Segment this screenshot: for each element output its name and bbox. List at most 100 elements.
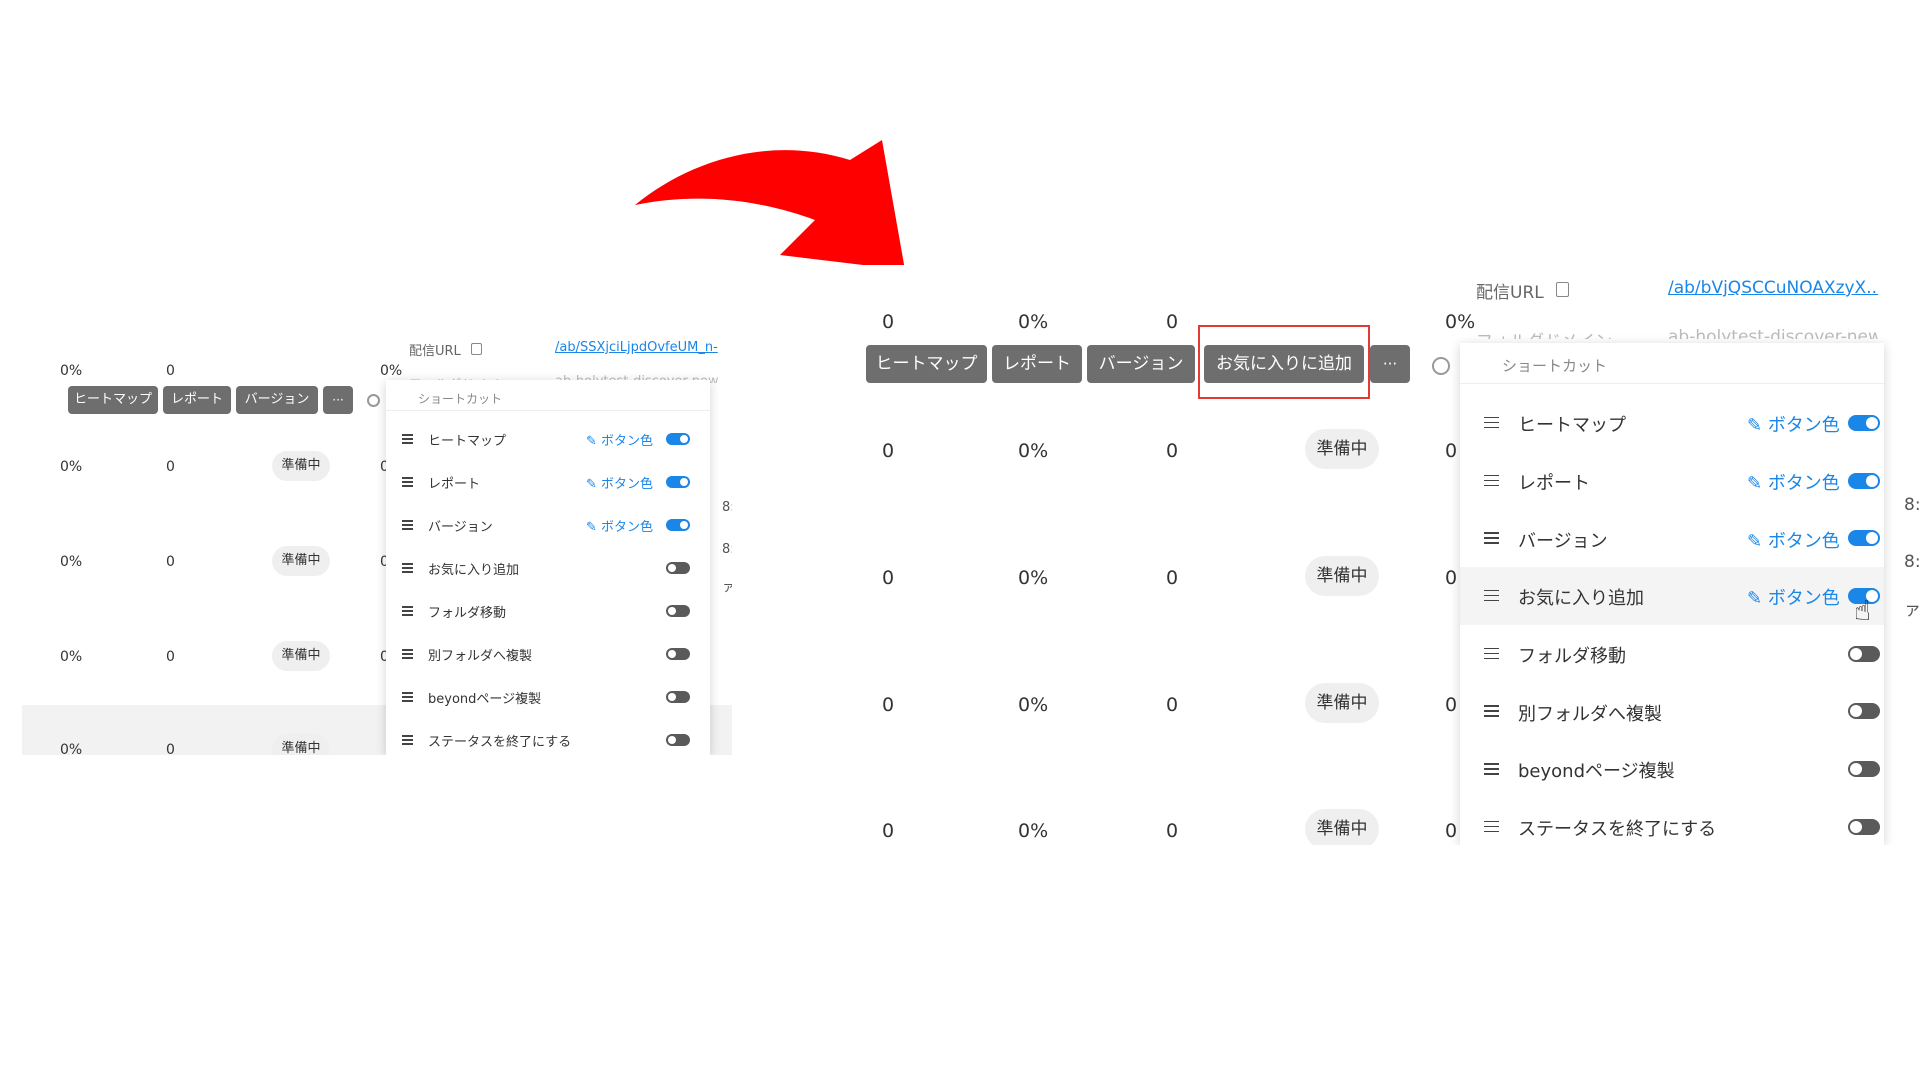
more-button[interactable]: ··· [323, 386, 353, 414]
drag-handle-icon[interactable] [402, 434, 413, 444]
shortcut-item[interactable]: 別フォルダへ複製 [1460, 683, 1884, 741]
shortcut-label: お気に入り追加 [428, 563, 520, 579]
button-color-label: ボタン色 [1767, 588, 1840, 610]
drag-handle-icon[interactable] [1484, 416, 1499, 429]
shortcut-item[interactable]: バージョン ✎ ボタン色 [386, 503, 710, 546]
clipped-cell: ァ [1904, 600, 1920, 620]
drag-handle-icon[interactable] [1484, 647, 1499, 660]
shortcut-label: ヒートマップ [1518, 415, 1626, 437]
shortcut-item[interactable]: レポート ✎ ボタン色 [1460, 452, 1884, 510]
more-button[interactable]: ··· [1370, 345, 1410, 383]
shortcut-toggle[interactable] [666, 518, 690, 531]
shortcut-toggle[interactable] [1848, 472, 1880, 489]
shortcut-toggle[interactable] [1848, 703, 1880, 720]
shortcut-toggle[interactable] [1848, 645, 1880, 662]
heatmap-button[interactable]: ヒートマップ [866, 345, 987, 383]
row-rate: 0% [60, 742, 83, 755]
shortcut-item[interactable]: レポート ✎ ボタン色 [386, 460, 710, 503]
row-count: 0 [882, 567, 895, 589]
status-badge: 準備中 [1305, 809, 1379, 845]
drag-handle-icon[interactable] [402, 520, 413, 530]
drag-handle-icon[interactable] [1484, 589, 1499, 602]
copy-icon[interactable] [1556, 282, 1569, 297]
drag-handle-icon[interactable] [1484, 532, 1499, 544]
button-color-edit[interactable]: ✎ ボタン色 [1747, 411, 1840, 437]
shortcut-toggle[interactable] [666, 475, 690, 488]
row-count-2: 0 [1166, 694, 1179, 716]
shortcut-item[interactable]: ステータスを終了にする [386, 718, 710, 755]
shortcut-toggle[interactable] [666, 690, 690, 703]
drag-handle-icon[interactable] [1484, 474, 1499, 487]
folder-domain-value: ab-holytest-discover-new... [1668, 327, 1878, 339]
shortcut-label: ステータスを終了にする [428, 735, 572, 751]
shortcut-item[interactable]: バージョン ✎ ボタン色 [1460, 509, 1884, 567]
gear-icon[interactable] [1432, 357, 1450, 375]
shortcut-toggle[interactable] [666, 604, 690, 617]
shortcut-toggle[interactable] [666, 733, 690, 746]
drag-handle-icon[interactable] [402, 649, 413, 659]
shortcut-item[interactable]: beyondページ複製 [1460, 740, 1884, 798]
status-badge: 準備中 [1305, 556, 1379, 596]
button-color-edit[interactable]: ✎ ボタン色 [586, 430, 653, 449]
button-color-edit[interactable]: ✎ ボタン色 [1747, 527, 1840, 553]
header-count-2: 0 [1166, 311, 1179, 333]
drag-handle-icon[interactable] [402, 606, 413, 616]
row-count: 0 [166, 742, 175, 755]
curved-arrow-icon [635, 140, 905, 270]
report-button[interactable]: レポート [163, 386, 231, 414]
delivery-url-label: 配信URL [1476, 283, 1544, 303]
copy-icon[interactable] [471, 343, 482, 355]
shortcut-label: バージョン [1518, 530, 1608, 552]
shortcut-toggle[interactable] [666, 561, 690, 574]
shortcut-label: ヒートマップ [428, 434, 507, 450]
shortcut-toggle[interactable] [1848, 414, 1880, 431]
clipped-cell: 8: [1904, 552, 1920, 572]
gear-icon[interactable] [367, 394, 380, 407]
row-rate: 0% [60, 649, 83, 665]
shortcut-toggle[interactable] [1848, 818, 1880, 835]
heatmap-button[interactable]: ヒートマップ [68, 386, 158, 414]
row-count: 0 [166, 554, 175, 570]
drag-handle-icon[interactable] [402, 692, 413, 702]
shortcut-label: レポート [1518, 472, 1590, 494]
report-button[interactable]: レポート [992, 345, 1082, 383]
version-button[interactable]: バージョン [1087, 345, 1195, 383]
shortcut-toggle[interactable] [1848, 761, 1880, 778]
button-color-edit[interactable]: ✎ ボタン色 [1747, 469, 1840, 495]
shortcut-toggle[interactable] [666, 432, 690, 445]
row-count-2: 0 [1166, 820, 1179, 842]
row-rate: 0% [1018, 440, 1049, 462]
row-edge: 0 [1445, 440, 1458, 462]
row-count: 0 [882, 440, 895, 462]
pencil-icon: ✎ [1747, 588, 1768, 610]
shortcut-toggle[interactable] [666, 647, 690, 660]
drag-handle-icon[interactable] [402, 735, 413, 745]
shortcut-item[interactable]: お気に入り追加 ✎ ボタン色 ☝ [1460, 567, 1884, 627]
version-button[interactable]: バージョン [236, 386, 318, 414]
shortcut-toggle[interactable] [1848, 530, 1880, 547]
drag-handle-icon[interactable] [1484, 763, 1499, 775]
shortcut-item[interactable]: フォルダ移動 [386, 589, 710, 632]
drag-handle-icon[interactable] [402, 563, 413, 573]
shortcut-label: ステータスを終了にする [1518, 819, 1717, 841]
delivery-url-link[interactable]: /ab/bVjQSCCuNOAXzyX... [1668, 278, 1878, 298]
drag-handle-icon[interactable] [1484, 820, 1499, 833]
button-color-edit[interactable]: ✎ ボタン色 [586, 516, 653, 535]
shortcut-item[interactable]: ヒートマップ ✎ ボタン色 [386, 417, 710, 460]
shortcut-item[interactable]: ヒートマップ ✎ ボタン色 [1460, 394, 1884, 452]
shortcut-label: beyondページ複製 [428, 692, 542, 708]
shortcut-label: お気に入り追加 [1518, 588, 1644, 610]
shortcut-item[interactable]: お気に入り追加 [386, 546, 710, 589]
shortcut-item[interactable]: ステータスを終了にする [1460, 798, 1884, 845]
drag-handle-icon[interactable] [1484, 705, 1499, 717]
shortcut-item[interactable]: フォルダ移動 [1460, 625, 1884, 683]
shortcut-item[interactable]: beyondページ複製 [386, 675, 710, 718]
button-color-edit[interactable]: ✎ ボタン色 [586, 473, 653, 492]
shortcut-label: 別フォルダへ複製 [428, 649, 533, 665]
row-count: 0 [882, 694, 895, 716]
row-count: 0 [166, 649, 175, 665]
button-color-edit[interactable]: ✎ ボタン色 [1747, 584, 1840, 610]
delivery-url-link[interactable]: /ab/SSXjciLjpdOvfeUM_n- [555, 340, 732, 355]
shortcut-item[interactable]: 別フォルダへ複製 [386, 632, 710, 675]
drag-handle-icon[interactable] [402, 477, 413, 487]
